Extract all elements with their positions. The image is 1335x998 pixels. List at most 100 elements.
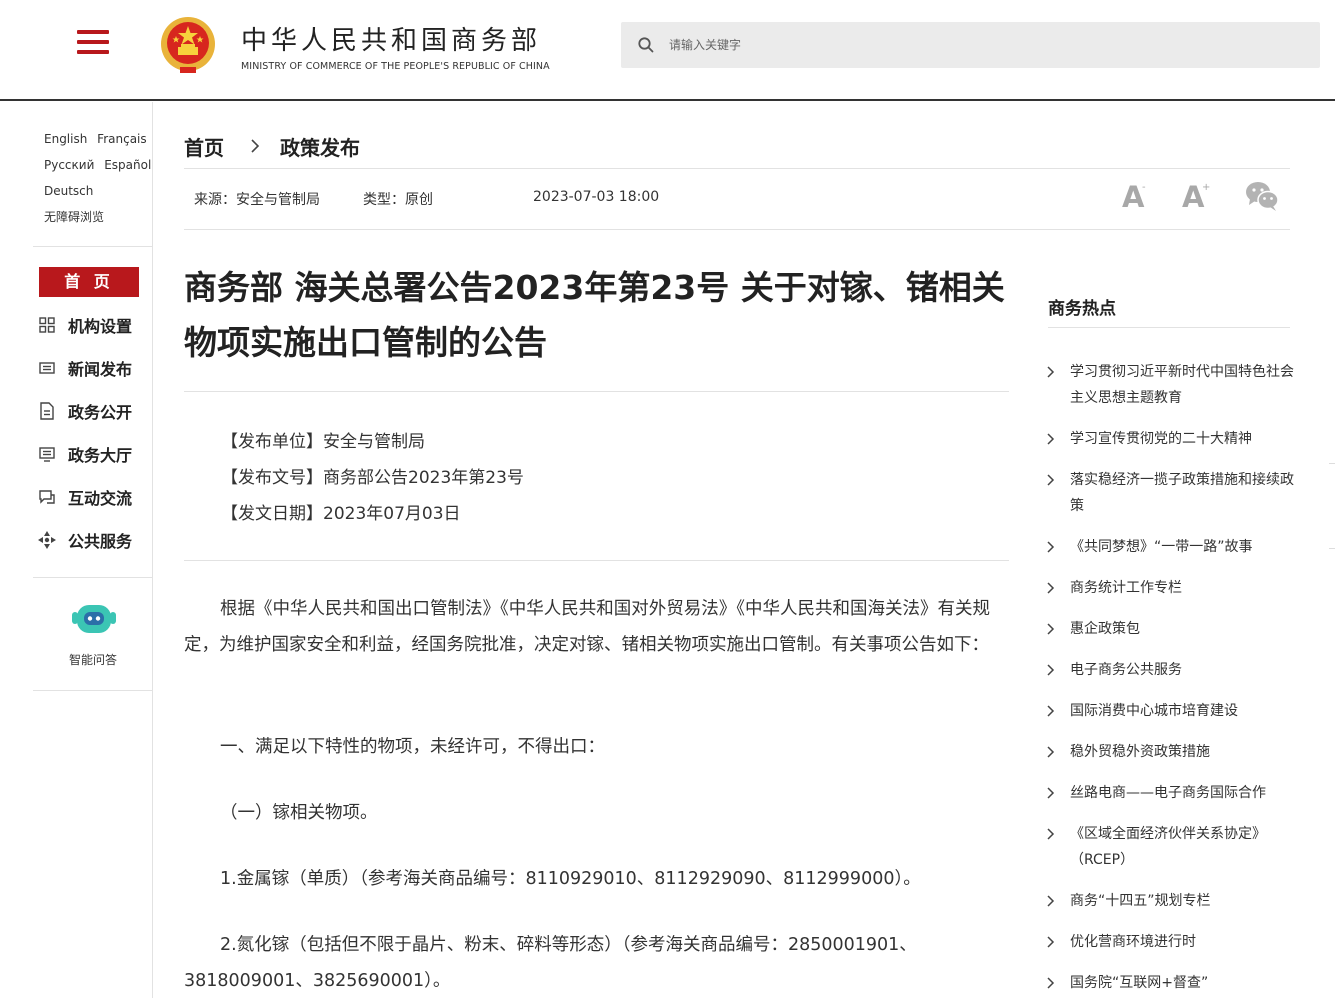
lang-german-link[interactable]: Deutsch: [44, 184, 93, 198]
article-paragraph: 一、满足以下特性的物项，未经许可，不得出口：: [184, 729, 1010, 765]
hot-topic-label: 商务统计工作专栏: [1070, 580, 1182, 596]
chevron-right-icon: [1047, 787, 1055, 799]
hot-topic-label: 国际消费中心城市培育建设: [1070, 703, 1238, 719]
breadcrumb-current[interactable]: 政策发布: [280, 132, 360, 161]
hot-topic-link[interactable]: 国务院“互联网+督查”: [1044, 970, 1294, 996]
lang-russian-link[interactable]: Русский: [44, 158, 94, 172]
nav-item-interaction[interactable]: 互动交流: [37, 483, 147, 511]
nav-item-label: 公共服务: [68, 532, 133, 551]
hot-topic-link[interactable]: 落实稳经济一揽子政策措施和接续政策: [1044, 467, 1294, 519]
font-larger-button[interactable]: A +: [1182, 180, 1214, 214]
hot-topic-label: 国务院“互联网+督查”: [1070, 975, 1209, 991]
hot-topics-title: 商务热点: [1048, 299, 1116, 319]
nav-item-label: 机构设置: [68, 317, 133, 336]
chevron-right-icon: [1047, 366, 1055, 378]
article-datetime: 2023-07-03 18:00: [533, 189, 660, 205]
sidebar-divider: [33, 246, 153, 247]
nav-item-service-hall[interactable]: 政务大厅: [37, 440, 147, 468]
chevron-right-icon: [1047, 746, 1055, 758]
font-smaller-mark: -: [1142, 182, 1146, 193]
hot-topic-label: 优化营商环境进行时: [1070, 934, 1196, 950]
hot-topic-label: 稳外贸稳外资政策措施: [1070, 744, 1210, 760]
article-title: 商务部 海关总署公告2023年第23号 关于对镓、锗相关物项实施出口管制的公告: [184, 268, 1005, 362]
hot-topic-link[interactable]: 电子商务公共服务: [1044, 657, 1294, 683]
nav-item-label: 政务公开: [68, 403, 133, 422]
pub-unit: 【发布单位】安全与管制局: [221, 432, 425, 452]
hot-topic-link[interactable]: 学习宣传贯彻党的二十大精神: [1044, 426, 1294, 452]
article-paragraph: 根据《中华人民共和国出口管制法》《中华人民共和国对外贸易法》《中华人民共和国海关…: [184, 591, 1010, 663]
sidebar-divider: [33, 690, 153, 691]
sidebar-divider: [33, 577, 153, 578]
chevron-right-icon: [1047, 433, 1055, 445]
chevron-right-icon: [1047, 705, 1055, 717]
left-sidebar: English Français Русский Español Deutsch…: [0, 102, 153, 998]
edge-mark: [1329, 463, 1335, 464]
pub-date: 【发文日期】2023年07月03日: [221, 504, 461, 524]
hot-topic-link[interactable]: 《共同梦想》“一带一路”故事: [1044, 534, 1294, 560]
chevron-right-icon: [1047, 895, 1055, 907]
divider: [1048, 327, 1290, 328]
breadcrumb-home[interactable]: 首页: [184, 132, 224, 161]
divider: [184, 168, 1290, 169]
hot-topics-list: 学习贯彻习近平新时代中国特色社会主义思想主题教育学习宣传贯彻党的二十大精神落实稳…: [1044, 359, 1294, 998]
paragraph-text: 2.氮化镓（包括但不限于晶片、粉末、碎料等形态）（参考海关商品编号：285000…: [184, 935, 917, 991]
chevron-right-icon: [250, 138, 260, 154]
hot-topic-link[interactable]: 国际消费中心城市培育建设: [1044, 698, 1294, 724]
breadcrumb: 首页 政策发布: [184, 132, 360, 160]
chevron-right-icon: [1047, 828, 1055, 840]
site-title-en: MINISTRY OF COMMERCE OF THE PEOPLE'S REP…: [241, 61, 550, 72]
chevron-right-icon: [1047, 582, 1055, 594]
font-larger-mark: +: [1202, 182, 1211, 193]
menu-icon[interactable]: [77, 30, 109, 58]
site-title-cn[interactable]: 中华人民共和国商务部: [241, 20, 541, 57]
public-service-icon: [37, 530, 57, 550]
service-hall-icon: [37, 444, 57, 464]
paragraph-text: （一）镓相关物项。: [220, 803, 378, 823]
font-smaller-button[interactable]: A -: [1122, 180, 1154, 214]
hot-topic-link[interactable]: 丝路电商——电子商务国际合作: [1044, 780, 1294, 806]
search-icon[interactable]: [637, 36, 655, 54]
hot-topic-link[interactable]: 惠企政策包: [1044, 616, 1294, 642]
nav-item-gov-affairs[interactable]: 政务公开: [37, 397, 147, 425]
search-bar: [621, 22, 1320, 68]
article-type: 类型：原创: [363, 192, 433, 208]
hot-topic-link[interactable]: 商务“十四五”规划专栏: [1044, 888, 1294, 914]
hot-topic-label: 电子商务公共服务: [1070, 662, 1182, 678]
chevron-right-icon: [1047, 541, 1055, 553]
paragraph-text: 1.金属镓（单质）（参考海关商品编号：8110929010、8112929090…: [220, 869, 921, 889]
hot-topic-label: 学习贯彻习近平新时代中国特色社会主义思想主题教育: [1070, 364, 1294, 406]
search-input[interactable]: [669, 22, 1309, 68]
hot-topic-link[interactable]: 《区域全面经济伙伴关系协定》（RCEP）: [1044, 821, 1294, 873]
lang-spanish-link[interactable]: Español: [104, 158, 151, 172]
site-header: 中华人民共和国商务部 MINISTRY OF COMMERCE OF THE P…: [0, 0, 1335, 101]
robot-assistant-icon[interactable]: [72, 602, 116, 638]
lang-french-link[interactable]: Français: [97, 132, 146, 146]
hot-topic-label: 《共同梦想》“一带一路”故事: [1070, 539, 1253, 555]
edge-mark: [1329, 548, 1335, 549]
hot-topic-label: 落实稳经济一揽子政策措施和接续政策: [1070, 472, 1294, 514]
assistant-label[interactable]: 智能问答: [33, 651, 153, 668]
nav-item-org[interactable]: 机构设置: [37, 311, 147, 339]
hot-topic-link[interactable]: 商务统计工作专栏: [1044, 575, 1294, 601]
nav-home-button[interactable]: 首 页: [39, 267, 139, 297]
divider: [184, 229, 1290, 230]
nav-item-public-service[interactable]: 公共服务: [37, 526, 147, 554]
chevron-right-icon: [1047, 936, 1055, 948]
org-grid-icon: [37, 315, 57, 335]
lang-english-link[interactable]: English: [44, 132, 87, 146]
wechat-share-icon[interactable]: [1245, 180, 1279, 212]
hot-topic-link[interactable]: 稳外贸稳外资政策措施: [1044, 739, 1294, 765]
hot-topic-link[interactable]: 优化营商环境进行时: [1044, 929, 1294, 955]
hot-topic-label: 《区域全面经济伙伴关系协定》（RCEP）: [1070, 826, 1266, 868]
paragraph-text: 一、满足以下特性的物项，未经许可，不得出口：: [220, 737, 605, 757]
accessibility-link[interactable]: 无障碍浏览: [44, 210, 104, 224]
divider: [184, 560, 1009, 561]
hot-topic-label: 商务“十四五”规划专栏: [1070, 893, 1211, 909]
nav-item-label: 新闻发布: [68, 360, 133, 379]
national-emblem-icon[interactable]: [158, 14, 218, 78]
hot-topic-link[interactable]: 学习贯彻习近平新时代中国特色社会主义思想主题教育: [1044, 359, 1294, 411]
hot-topic-label: 学习宣传贯彻党的二十大精神: [1070, 431, 1252, 447]
nav-item-news[interactable]: 新闻发布: [37, 354, 147, 382]
article-paragraph: 1.金属镓（单质）（参考海关商品编号：8110929010、8112929090…: [184, 861, 1010, 897]
nav-item-label: 互动交流: [68, 489, 133, 508]
